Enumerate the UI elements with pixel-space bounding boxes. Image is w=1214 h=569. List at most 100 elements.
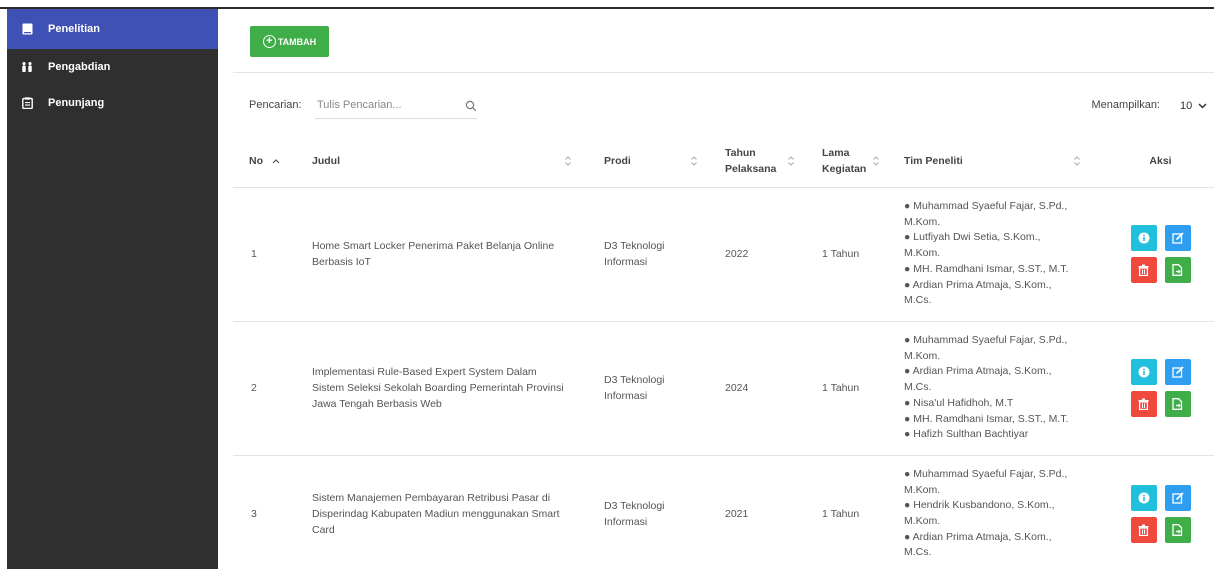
column-header-lama[interactable]: Lama Kegiatan	[805, 135, 892, 188]
page-size-value: 10	[1180, 100, 1193, 112]
column-header-judul[interactable]: Judul	[298, 135, 588, 188]
export-button[interactable]	[1164, 391, 1191, 417]
peneliti-item: ● MH. Ramdhani Ismar, S.ST., M.T.	[904, 262, 1069, 275]
sidebar-item-penelitian[interactable]: Penelitian	[7, 9, 218, 49]
file-export-icon	[1172, 264, 1183, 276]
search-field	[315, 93, 477, 119]
peneliti-item: ● Muhammad Syaeful Fajar, S.Pd., M.Kom.	[904, 334, 1068, 362]
cell-judul: Implementasi Rule-Based Expert System Da…	[298, 321, 588, 456]
delete-button[interactable]	[1130, 257, 1157, 283]
edit-icon	[1171, 366, 1184, 378]
export-button[interactable]	[1164, 257, 1191, 283]
peneliti-item: ● Hafizh Sulthan Bachtiyar	[904, 428, 1029, 441]
sort-icon	[690, 155, 698, 167]
sidebar-item-label: Penelitian	[48, 23, 100, 35]
edit-icon	[1171, 492, 1184, 504]
cell-tahun: 2022	[708, 187, 805, 322]
delete-button[interactable]	[1130, 391, 1157, 417]
cell-tim-peneliti: ● Muhammad Syaeful Fajar, S.Pd., M.Kom. …	[892, 187, 1107, 322]
info-button[interactable]	[1130, 225, 1157, 251]
column-header-tahun[interactable]: Tahun Pelaksana	[708, 135, 805, 188]
cell-lama: 1 Tahun	[805, 321, 892, 456]
cell-prodi: D3 Teknologi Informasi	[588, 187, 708, 322]
sort-icon	[1073, 155, 1081, 167]
main-content: + TAMBAH Pencarian: Menampilkan: 10 No	[233, 9, 1214, 569]
trash-icon	[1138, 524, 1149, 536]
edit-button[interactable]	[1164, 485, 1191, 511]
cell-aksi	[1107, 321, 1214, 456]
top-bar	[0, 0, 1214, 7]
cell-aksi	[1107, 187, 1214, 322]
cell-tahun: 2021	[708, 455, 805, 569]
add-button-label: TAMBAH	[277, 36, 317, 47]
action-buttons	[1107, 225, 1214, 283]
cell-judul: Home Smart Locker Penerima Paket Belanja…	[298, 187, 588, 322]
cell-lama: 1 Tahun	[805, 187, 892, 322]
cell-prodi: D3 Teknologi Informasi	[588, 455, 708, 569]
action-buttons	[1107, 359, 1214, 417]
sidebar-item-pengabdian[interactable]: Pengabdian	[7, 49, 218, 85]
table-row: 2 Implementasi Rule-Based Expert System …	[233, 321, 1214, 456]
edit-icon	[1171, 232, 1184, 244]
cell-no: 3	[233, 455, 298, 569]
peneliti-item: ● Nisa'ul Hafidhoh, M.T	[904, 396, 1014, 409]
sidebar-item-penunjang[interactable]: Penunjang	[7, 85, 218, 121]
cell-judul: Sistem Manajemen Pembayaran Retribusi Pa…	[298, 455, 588, 569]
data-table: No Judul Prodi Tahun Pelaksana Lama Kegi…	[233, 135, 1214, 569]
sort-icon	[787, 155, 795, 167]
peneliti-item: ● Muhammad Syaeful Fajar, S.Pd., M.Kom.	[904, 200, 1068, 228]
clipboard-icon	[21, 97, 33, 109]
search-icon[interactable]	[465, 99, 477, 112]
cell-tim-peneliti: ● Muhammad Syaeful Fajar, S.Pd., M.Kom. …	[892, 455, 1107, 569]
edit-button[interactable]	[1164, 359, 1191, 385]
peneliti-item: ● Ardian Prima Atmaja, S.Kom., M.Cs.	[904, 365, 1052, 394]
cell-tim-peneliti: ● Muhammad Syaeful Fajar, S.Pd., M.Kom. …	[892, 321, 1107, 456]
peneliti-item: ● Lutfiyah Dwi Setia, S.Kom., M.Kom.	[904, 231, 1041, 260]
sort-asc-icon	[272, 153, 280, 169]
search-label: Pencarian:	[249, 99, 302, 111]
page-size-label: Menampilkan:	[1091, 99, 1160, 111]
people-icon	[21, 61, 33, 73]
file-export-icon	[1172, 524, 1183, 536]
trash-icon	[1138, 398, 1149, 410]
column-header-no[interactable]: No	[233, 135, 298, 188]
peneliti-item: ● Hendrik Kusbandono, S.Kom., M.Kom.	[904, 499, 1055, 527]
sidebar: Penelitian Pengabdian Penunjang	[7, 9, 218, 569]
sort-icon	[564, 155, 572, 167]
peneliti-item: ● MH. Ramdhani Ismar, S.ST., M.T.	[904, 412, 1069, 425]
action-buttons	[1107, 485, 1214, 543]
peneliti-item: ● Muhammad Syaeful Fajar, S.Pd., M.Kom.	[904, 467, 1068, 496]
info-icon	[1138, 232, 1149, 244]
edit-button[interactable]	[1164, 225, 1191, 251]
column-header-tim[interactable]: Tim Peneliti	[892, 135, 1107, 188]
peneliti-item: ● Ardian Prima Atmaja, S.Kom., M.Cs.	[904, 530, 1052, 559]
delete-button[interactable]	[1130, 517, 1157, 543]
table-row: 3 Sistem Manajemen Pembayaran Retribusi …	[233, 455, 1214, 569]
add-button[interactable]: + TAMBAH	[250, 26, 329, 57]
cell-no: 2	[233, 321, 298, 456]
export-button[interactable]	[1164, 517, 1191, 543]
plus-circle-icon: +	[262, 35, 276, 48]
peneliti-item: ● Ardian Prima Atmaja, S.Kom., M.Cs.	[904, 278, 1052, 307]
table-header-row: No Judul Prodi Tahun Pelaksana Lama Kegi…	[233, 135, 1214, 188]
trash-icon	[1138, 264, 1149, 276]
cell-prodi: D3 Teknologi Informasi	[588, 321, 708, 456]
file-export-icon	[1172, 398, 1183, 410]
column-header-aksi: Aksi	[1107, 135, 1214, 188]
book-icon	[21, 23, 33, 35]
cell-no: 1	[233, 187, 298, 322]
table-row: 1 Home Smart Locker Penerima Paket Belan…	[233, 187, 1214, 322]
table-controls: Pencarian: Menampilkan: 10	[249, 93, 1214, 121]
info-button[interactable]	[1130, 359, 1157, 385]
chevron-down-icon	[1198, 100, 1207, 112]
cell-aksi	[1107, 455, 1214, 569]
info-icon	[1138, 366, 1149, 378]
info-icon	[1138, 492, 1149, 504]
info-button[interactable]	[1130, 485, 1157, 511]
column-header-prodi[interactable]: Prodi	[588, 135, 708, 188]
page-size-select[interactable]: 10	[1174, 93, 1214, 119]
cell-lama: 1 Tahun	[805, 455, 892, 569]
divider	[233, 72, 1214, 73]
cell-tahun: 2024	[708, 321, 805, 456]
search-input[interactable]	[315, 93, 455, 117]
